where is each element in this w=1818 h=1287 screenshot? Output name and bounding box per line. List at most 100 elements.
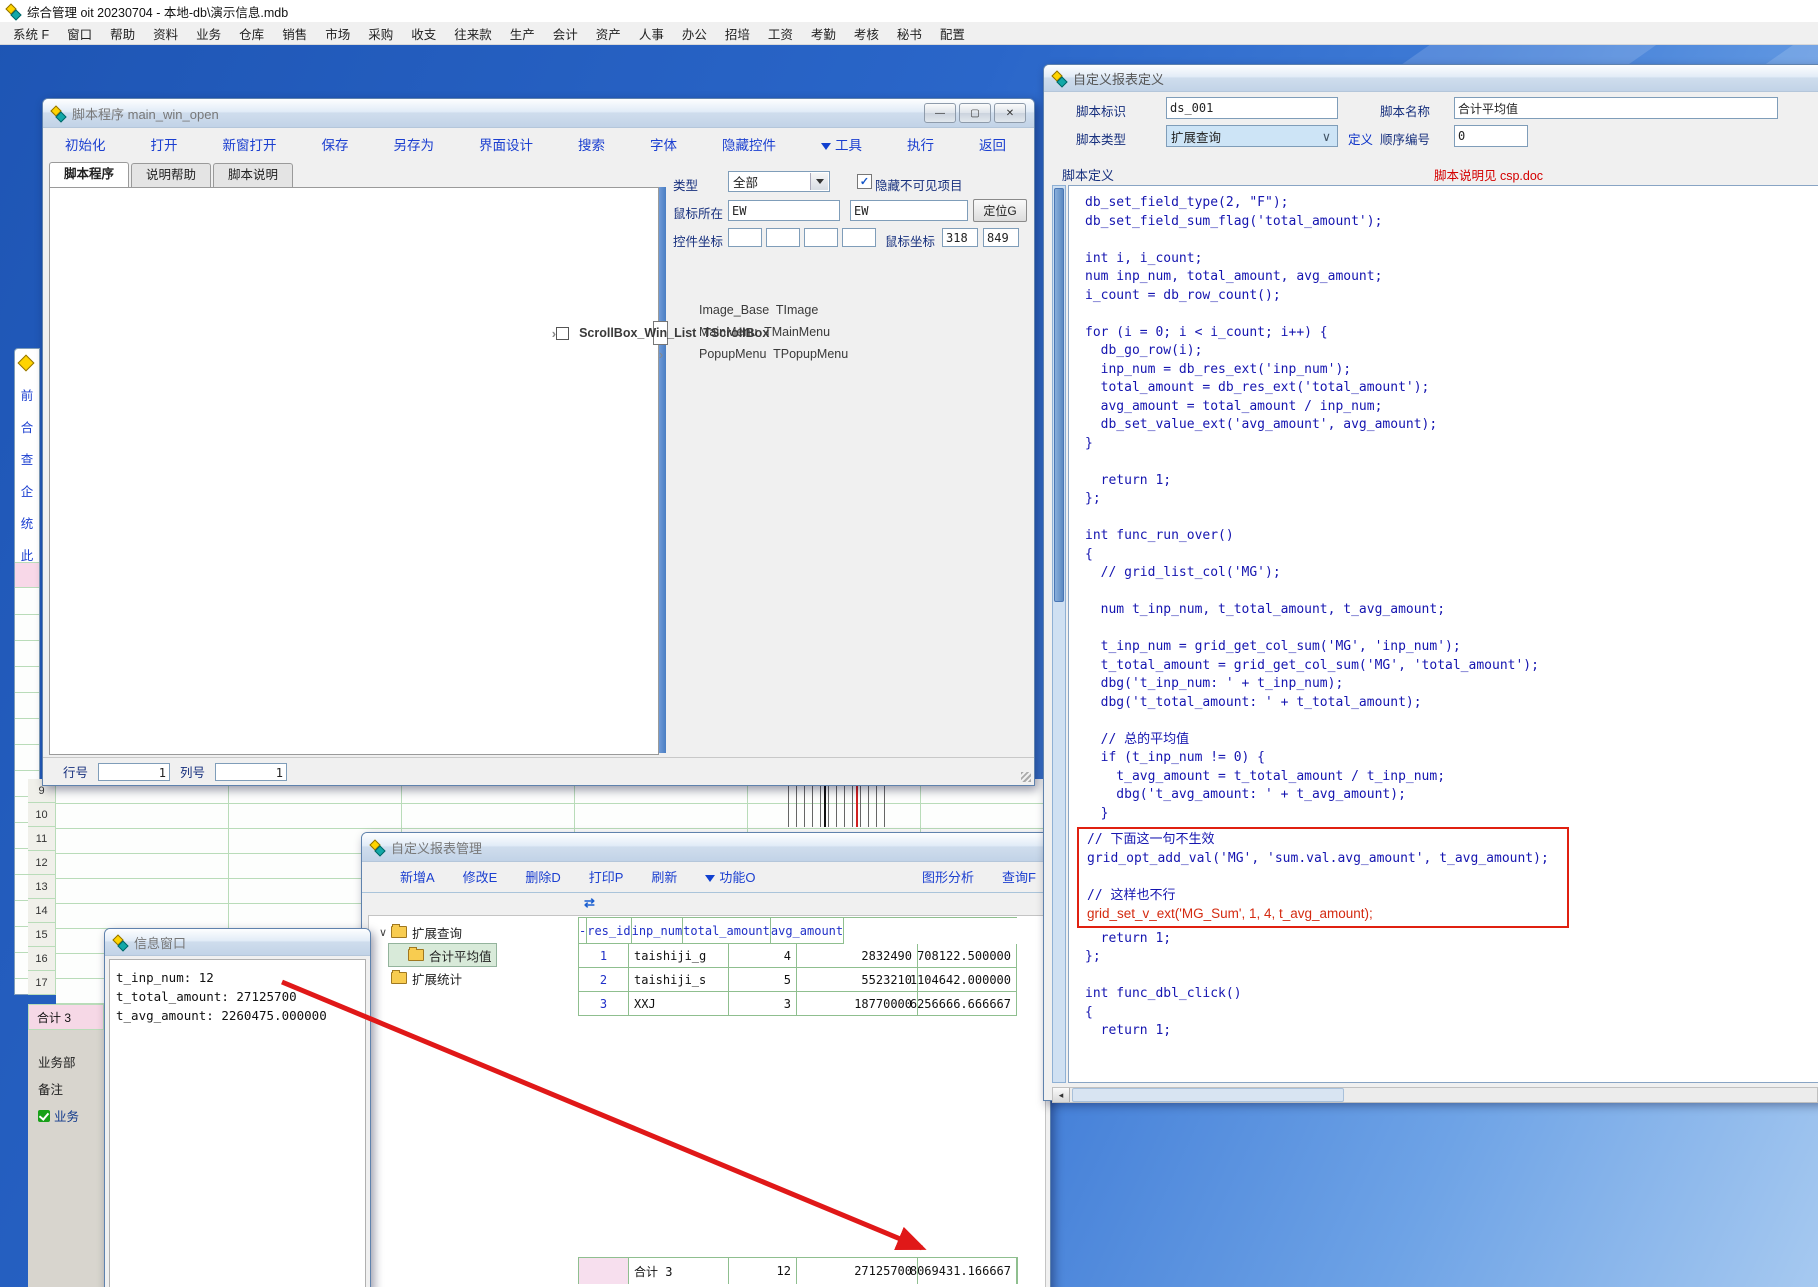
code-vertical-scrollbar[interactable] bbox=[1052, 185, 1066, 1083]
toolbar-button[interactable]: 刷新 bbox=[651, 867, 677, 886]
mouse-at-field-2[interactable] bbox=[850, 200, 968, 221]
close-button[interactable]: ✕ bbox=[994, 103, 1026, 123]
menu-item[interactable]: 市场 bbox=[316, 24, 359, 43]
menu-item[interactable]: 招培 bbox=[716, 24, 759, 43]
grid-header-cell[interactable]: - bbox=[579, 918, 587, 944]
menu-item[interactable]: 资料 bbox=[144, 24, 187, 43]
seq-field[interactable] bbox=[1454, 125, 1528, 147]
toolbar-button[interactable]: 隐藏控件 bbox=[722, 134, 776, 154]
toolbar-button[interactable]: 搜索 bbox=[578, 134, 605, 154]
report-tree-item[interactable]: ∨ 扩展统计 bbox=[372, 967, 466, 989]
toolbar-button[interactable]: 初始化 bbox=[65, 134, 106, 154]
grid-data-row[interactable]: 3 XXJ 3 18770000 6256666.666667 bbox=[579, 992, 1017, 1016]
menu-item[interactable]: 窗口 bbox=[58, 24, 101, 43]
code-editor[interactable]: db_set_field_type(2, "F"); db_set_field_… bbox=[1068, 185, 1818, 1083]
locate-button[interactable]: 定位G bbox=[973, 199, 1027, 222]
menu-item[interactable]: 秘书 bbox=[888, 24, 931, 43]
menu-item[interactable]: 考核 bbox=[845, 24, 888, 43]
info-titlebar[interactable]: 信息窗口 bbox=[105, 929, 370, 956]
grid-cell-res-id[interactable]: XXJ bbox=[629, 992, 729, 1016]
ctrl-coord-field-1[interactable] bbox=[728, 228, 762, 247]
tree-item[interactable]: › Image_Base TImage bbox=[653, 299, 1053, 321]
grid-cell-total-amount[interactable]: 2832490 bbox=[797, 944, 918, 968]
tab[interactable]: 脚本说明 bbox=[213, 163, 293, 187]
checkbox-icon[interactable] bbox=[556, 327, 569, 340]
mouse-x-field[interactable] bbox=[942, 228, 978, 247]
menu-item[interactable]: 考勤 bbox=[802, 24, 845, 43]
grid-cell-inp-num[interactable]: 4 bbox=[729, 944, 797, 968]
toolbar-button[interactable]: 功能O bbox=[705, 867, 755, 886]
minimize-button[interactable]: — bbox=[924, 103, 956, 123]
grid-data-row[interactable]: 2 taishiji_s 5 5523210 1104642.000000 bbox=[579, 968, 1017, 992]
toolbar-button[interactable]: 新窗打开 bbox=[223, 134, 277, 154]
report-tree-item[interactable]: ∨ 扩展查询 bbox=[372, 921, 466, 943]
menu-item[interactable]: 帮助 bbox=[101, 24, 144, 43]
menu-item[interactable]: 销售 bbox=[273, 24, 316, 43]
menu-item[interactable]: 人事 bbox=[630, 24, 673, 43]
toolbar-button[interactable]: 界面设计 bbox=[479, 134, 533, 154]
grid-header-cell[interactable]: total_amount bbox=[683, 918, 771, 944]
menu-item[interactable]: 办公 bbox=[673, 24, 716, 43]
script-editor-area[interactable] bbox=[49, 187, 659, 755]
swap-icon[interactable]: ⇄ bbox=[584, 895, 595, 911]
grid-cell-inp-num[interactable]: 3 bbox=[729, 992, 797, 1016]
code-horizontal-scrollbar[interactable]: ◂ bbox=[1052, 1087, 1818, 1103]
script-window-titlebar[interactable]: 脚本程序 main_win_open — ▢ ✕ bbox=[43, 99, 1034, 128]
menu-item[interactable]: 会计 bbox=[544, 24, 587, 43]
grid-header-cell[interactable]: inp_num bbox=[632, 918, 684, 944]
tree-item[interactable]: › PopupMenu TPopupMenu bbox=[653, 343, 1053, 365]
grid-data-row[interactable]: 1 taishiji_g 4 2832490 708122.500000 bbox=[579, 944, 1017, 968]
scrollbar-thumb[interactable] bbox=[1072, 1088, 1344, 1102]
tab[interactable]: 说明帮助 bbox=[131, 163, 211, 187]
type-select[interactable]: 全部 bbox=[728, 171, 830, 192]
mouse-at-field-1[interactable] bbox=[728, 200, 840, 221]
define-link[interactable]: 定义 bbox=[1348, 129, 1373, 148]
grid-cell-inp-num[interactable]: 5 bbox=[729, 968, 797, 992]
biz-item[interactable]: 业务 bbox=[38, 1106, 79, 1125]
editor-scrollbar[interactable] bbox=[659, 187, 666, 753]
grid-cell-avg-amount[interactable]: 6256666.666667 bbox=[918, 992, 1017, 1016]
menu-item[interactable]: 仓库 bbox=[230, 24, 273, 43]
toolbar-button[interactable]: 图形分析 bbox=[922, 867, 974, 886]
ctrl-coord-field-3[interactable] bbox=[804, 228, 838, 247]
toolbar-button[interactable]: 另存为 bbox=[394, 134, 435, 154]
menu-item[interactable]: 业务 bbox=[187, 24, 230, 43]
script-name-field[interactable] bbox=[1454, 97, 1778, 119]
maximize-button[interactable]: ▢ bbox=[959, 103, 991, 123]
ctrl-coord-field-2[interactable] bbox=[766, 228, 800, 247]
expander-icon[interactable]: › bbox=[653, 347, 669, 362]
toolbar-button[interactable]: 修改E bbox=[463, 867, 498, 886]
definition-titlebar[interactable]: 自定义报表定义 bbox=[1044, 65, 1818, 92]
menu-item[interactable]: 生产 bbox=[501, 24, 544, 43]
grid-header-cell[interactable]: avg_amount bbox=[771, 918, 844, 944]
dropdown-button[interactable] bbox=[810, 173, 828, 190]
menu-item[interactable]: 配置 bbox=[931, 24, 974, 43]
manager-titlebar[interactable]: 自定义报表管理 bbox=[362, 833, 1050, 862]
grid-cell-avg-amount[interactable]: 1104642.000000 bbox=[918, 968, 1017, 992]
mouse-y-field[interactable] bbox=[983, 228, 1019, 247]
toolbar-button[interactable]: 工具 bbox=[821, 134, 862, 154]
menu-item[interactable]: 系统 F bbox=[4, 24, 58, 43]
toolbar-button[interactable]: 打印P bbox=[589, 867, 624, 886]
grid-cell-total-amount[interactable]: 5523210 bbox=[797, 968, 918, 992]
tree-item[interactable]: › ScrollBox_Win_List TScrollBox bbox=[653, 321, 668, 345]
scroll-left-button[interactable]: ◂ bbox=[1053, 1088, 1070, 1102]
scrollbar-thumb[interactable] bbox=[1054, 188, 1064, 602]
grid-cell-res-id[interactable]: taishiji_g bbox=[629, 944, 729, 968]
resize-grip[interactable] bbox=[1021, 772, 1031, 782]
ctrl-coord-field-4[interactable] bbox=[842, 228, 876, 247]
toolbar-button[interactable]: 查询F bbox=[1002, 867, 1036, 886]
toolbar-button[interactable]: 新增A bbox=[400, 867, 435, 886]
report-tree-item[interactable]: ∨ 合计平均值 bbox=[388, 943, 497, 967]
grid-header-cell[interactable]: res_id bbox=[587, 918, 631, 944]
toolbar-button[interactable]: 执行 bbox=[907, 134, 934, 154]
tree-arrow-icon[interactable]: ∨ bbox=[376, 926, 390, 939]
toolbar-button[interactable]: 返回 bbox=[979, 134, 1006, 154]
tab[interactable]: 脚本程序 bbox=[49, 162, 129, 188]
toolbar-button[interactable]: 打开 bbox=[151, 134, 178, 154]
grid-cell-avg-amount[interactable]: 708122.500000 bbox=[918, 944, 1017, 968]
toolbar-button[interactable]: 保存 bbox=[322, 134, 349, 154]
menu-item[interactable]: 采购 bbox=[359, 24, 402, 43]
toolbar-button[interactable]: 字体 bbox=[650, 134, 677, 154]
grid-cell-res-id[interactable]: taishiji_s bbox=[629, 968, 729, 992]
